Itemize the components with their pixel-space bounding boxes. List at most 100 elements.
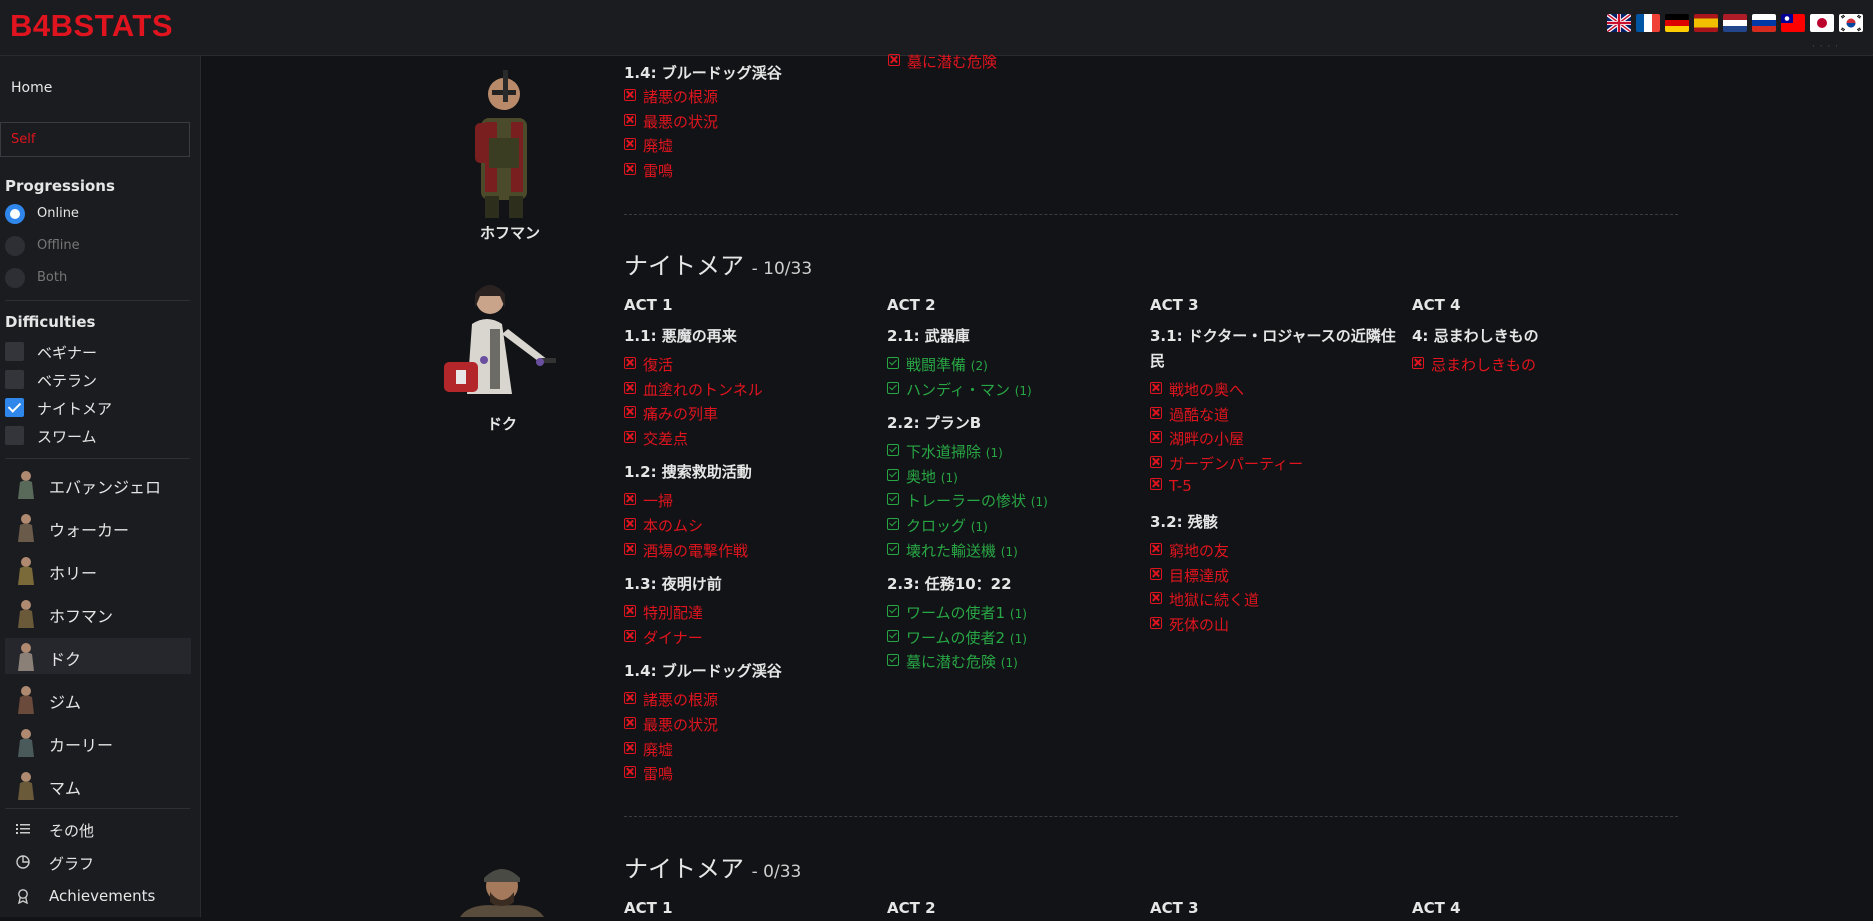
x-box-icon <box>1412 357 1424 369</box>
sidebar-item-character[interactable]: ホリー <box>5 552 191 588</box>
challenge-item[interactable]: ガーデンパーティー <box>1150 453 1303 474</box>
character-avatar-icon <box>13 684 39 714</box>
challenge-item[interactable]: 地獄に続く道 <box>1150 589 1259 610</box>
item-count: (1) <box>1000 656 1018 671</box>
item-label: 下水道掃除 <box>906 443 982 462</box>
challenge-item[interactable]: 最悪の状況 <box>624 714 718 735</box>
challenge-item[interactable]: 廃墟 <box>624 739 673 760</box>
item-count: (1) <box>1009 631 1027 646</box>
challenge-item[interactable]: 一掃 <box>624 490 673 511</box>
flag-spain-icon[interactable] <box>1694 14 1718 32</box>
radio-offline[interactable] <box>5 236 25 256</box>
challenge-item[interactable]: 血塗れのトンネル <box>624 379 763 400</box>
checkbox-veteran-label[interactable]: ベテラン <box>37 370 97 391</box>
item-label: 窮地の友 <box>1169 542 1230 560</box>
challenge-item[interactable]: 交差点 <box>624 428 688 449</box>
chapter-title: 2.1: 武器庫 <box>887 327 970 345</box>
checkbox-beginner[interactable] <box>5 342 24 361</box>
nav-graph[interactable]: グラフ <box>15 851 185 875</box>
item-label: ダイナー <box>643 628 703 647</box>
item-label: ワームの使者2 <box>906 628 1006 647</box>
flag-france-icon[interactable] <box>1636 14 1660 32</box>
challenge-item[interactable]: 窮地の友 <box>1150 540 1229 561</box>
challenge-item[interactable]: ダイナー <box>624 627 703 648</box>
item-label: 復活 <box>643 356 674 374</box>
nav-other[interactable]: その他 <box>15 818 185 842</box>
challenge-item[interactable]: 奥地 (1) <box>887 466 958 487</box>
sidebar-item-character[interactable]: ドク <box>5 638 191 674</box>
challenge-item[interactable]: 過酷な道 <box>1150 404 1229 425</box>
flag-korea-icon[interactable] <box>1839 14 1863 32</box>
challenge-item[interactable]: 特別配達 <box>624 602 703 623</box>
radio-online[interactable] <box>5 204 25 224</box>
hoffman-portrait <box>447 68 557 218</box>
challenge-item[interactable]: クロッグ (1) <box>887 515 988 536</box>
section-divider <box>624 214 1678 215</box>
challenge-item[interactable]: 復活 <box>624 354 673 375</box>
challenge-item[interactable]: 廃墟 <box>624 135 673 156</box>
challenge-item[interactable]: T-5 <box>1150 477 1192 495</box>
challenge-item[interactable]: ワームの使者1 (1) <box>887 602 1027 623</box>
sidebar-divider <box>5 808 190 809</box>
checkbox-veteran[interactable] <box>5 370 24 389</box>
checkbox-beginner-label[interactable]: ベギナー <box>37 342 97 363</box>
nav-home[interactable]: Home <box>11 80 52 96</box>
challenge-item[interactable]: 雷鳴 <box>624 160 673 181</box>
flag-taiwan-icon[interactable] <box>1781 14 1805 32</box>
challenge-item[interactable]: 死体の山 <box>1150 614 1229 635</box>
x-box-icon <box>624 113 636 126</box>
challenge-item[interactable]: 目標達成 <box>1150 565 1229 586</box>
chapter-title: 1.2: 捜索救助活動 <box>624 463 752 482</box>
radio-offline-label[interactable]: Offline <box>37 238 80 253</box>
x-box-icon <box>1150 543 1162 555</box>
sidebar-item-character[interactable]: マム <box>5 767 191 803</box>
checkbox-nightmare[interactable] <box>5 398 24 417</box>
challenge-item[interactable]: ハンディ・マン (1) <box>887 379 1032 400</box>
nav-achievements[interactable]: Achievements <box>15 885 185 909</box>
site-logo[interactable]: B4BSTATS <box>10 8 173 44</box>
radio-both-label[interactable]: Both <box>37 270 67 285</box>
next-character-portrait <box>450 856 550 917</box>
flag-netherlands-icon[interactable] <box>1723 14 1747 32</box>
challenge-item[interactable]: 戦闘準備 (2) <box>887 354 988 375</box>
sidebar-item-character[interactable]: カーリー <box>5 724 191 760</box>
challenge-item[interactable]: 本のムシ <box>624 515 703 536</box>
x-box-icon <box>1150 455 1162 468</box>
nav-self[interactable]: Self <box>0 122 190 157</box>
challenge-item[interactable]: トレーラーの惨状 (1) <box>887 490 1048 511</box>
checkbox-swarm[interactable] <box>5 426 24 445</box>
radio-online-label[interactable]: Online <box>37 206 79 221</box>
sidebar-item-character[interactable]: エバァンジェロ <box>5 466 191 502</box>
challenge-item[interactable]: 雷鳴 <box>624 763 673 784</box>
more-languages[interactable]: · · · · <box>1812 42 1839 52</box>
item-label: 目標達成 <box>1169 566 1230 585</box>
challenge-item[interactable]: 下水道掃除 (1) <box>887 441 1003 462</box>
radio-both[interactable] <box>5 268 25 288</box>
challenge-item[interactable]: 壊れた輸送機 (1) <box>887 540 1018 561</box>
challenge-item[interactable]: 酒場の電撃作戦 <box>624 540 748 561</box>
checkbox-swarm-label[interactable]: スワーム <box>37 426 97 447</box>
difficulties-heading: Difficulties <box>5 313 96 331</box>
challenge-item[interactable]: 湖畔の小屋 <box>1150 428 1244 449</box>
challenge-item[interactable]: 忌まわしきもの <box>1412 354 1536 375</box>
sidebar-item-character[interactable]: ホフマン <box>5 595 191 631</box>
challenge-item[interactable]: 戦地の奥へ <box>1150 379 1244 400</box>
main-content: ホフマン 1.4: ブルードッグ渓谷 諸悪の根源 最悪の状況 廃墟 雷鳴 墓に潜む危険… <box>202 53 1873 917</box>
challenge-item[interactable]: ワームの使者2 (1) <box>887 627 1027 648</box>
challenge-item[interactable]: 痛みの列車 <box>624 403 718 424</box>
challenge-item[interactable]: 諸悪の根源 <box>624 86 718 107</box>
challenge-item[interactable]: 最悪の状況 <box>624 111 718 132</box>
sidebar-item-character[interactable]: ジム <box>5 681 191 717</box>
sidebar-item-character[interactable]: ウォーカー <box>5 509 191 545</box>
hoffman-name: ホフマン <box>479 224 540 242</box>
x-box-icon <box>624 629 636 642</box>
flag-germany-icon[interactable] <box>1665 14 1689 32</box>
flag-japan-icon[interactable] <box>1810 14 1834 32</box>
x-box-icon <box>624 692 636 705</box>
challenge-item[interactable]: 諸悪の根源 <box>624 689 718 710</box>
flag-russia-icon[interactable] <box>1752 14 1776 32</box>
checkbox-nightmare-label[interactable]: ナイトメア <box>37 398 112 419</box>
challenge-item[interactable]: 墓に潜む危険 (1) <box>887 651 1018 672</box>
x-box-icon <box>624 162 636 175</box>
flag-uk-icon[interactable] <box>1607 14 1631 32</box>
